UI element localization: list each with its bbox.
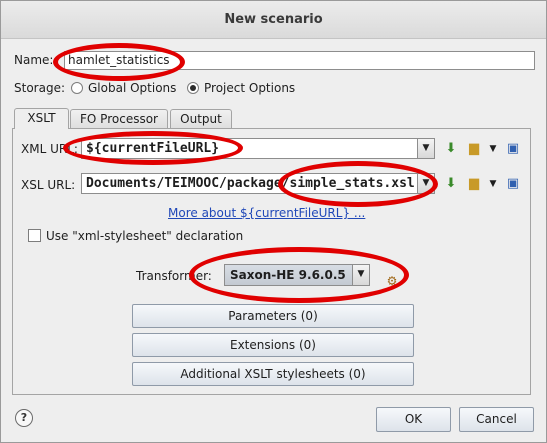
project-options-label: Project Options [204, 81, 296, 95]
name-field[interactable]: hamlet_statistics [64, 51, 535, 70]
transformer-settings-icon[interactable]: ⚙ [384, 273, 400, 289]
tab-output[interactable]: Output [170, 109, 232, 129]
name-label: Name: [14, 53, 54, 67]
xsl-browse-menu-chevron-icon[interactable]: ▼ [485, 176, 501, 192]
dialog-title: New scenario [1, 1, 546, 39]
more-about-link[interactable]: More about ${currentFileURL} ... [168, 206, 365, 220]
xsl-url-label: XSL URL: [21, 178, 76, 192]
ok-button[interactable]: OK [376, 407, 451, 432]
xsl-url-text: Documents/TEIMOOC/package/simple_stats.x… [86, 176, 415, 191]
extensions-button[interactable]: Extensions (0) [132, 333, 414, 357]
xml-url-dropdown[interactable]: ▼ [417, 138, 435, 159]
tab-fo-processor[interactable]: FO Processor [70, 109, 168, 129]
xsl-open-in-editor-icon[interactable]: ▣ [505, 176, 521, 192]
xml-stylesheet-label: Use "xml-stylesheet" declaration [46, 229, 244, 243]
parameters-button[interactable]: Parameters (0) [132, 304, 414, 328]
transformer-label: Transformer: [136, 269, 212, 283]
open-in-editor-icon[interactable]: ▣ [505, 141, 521, 157]
new-scenario-dialog: New scenario Name: hamlet_statistics Sto… [0, 0, 547, 443]
transformer-select[interactable]: Saxon-HE 9.6.0.5 [224, 264, 354, 286]
insert-editor-variables-icon[interactable]: ⬇ [443, 141, 459, 157]
xsl-insert-editor-variables-icon[interactable]: ⬇ [443, 176, 459, 192]
transformer-dropdown[interactable]: ▼ [352, 264, 370, 286]
browse-menu-chevron-icon[interactable]: ▼ [485, 141, 501, 157]
browse-folder-icon[interactable]: ▆ [466, 141, 482, 157]
additional-xslt-stylesheets-button[interactable]: Additional XSLT stylesheets (0) [132, 362, 414, 386]
tab-xslt[interactable]: XSLT [14, 108, 69, 129]
help-icon[interactable]: ? [15, 409, 33, 427]
global-options-radio[interactable] [71, 82, 83, 94]
global-options-label: Global Options [88, 81, 177, 95]
xml-url-field[interactable]: ${currentFileURL} [81, 138, 418, 159]
xsl-browse-folder-icon[interactable]: ▆ [466, 176, 482, 192]
cancel-button[interactable]: Cancel [459, 407, 534, 432]
storage-label: Storage: [14, 81, 65, 95]
xsl-url-field[interactable]: Documents/TEIMOOC/package/simple_stats.x… [81, 173, 435, 194]
xml-stylesheet-checkbox[interactable] [28, 229, 41, 242]
xsl-url-dropdown[interactable]: ▼ [417, 173, 435, 194]
xml-url-label: XML URL: [21, 142, 78, 156]
project-options-radio[interactable] [187, 82, 199, 94]
